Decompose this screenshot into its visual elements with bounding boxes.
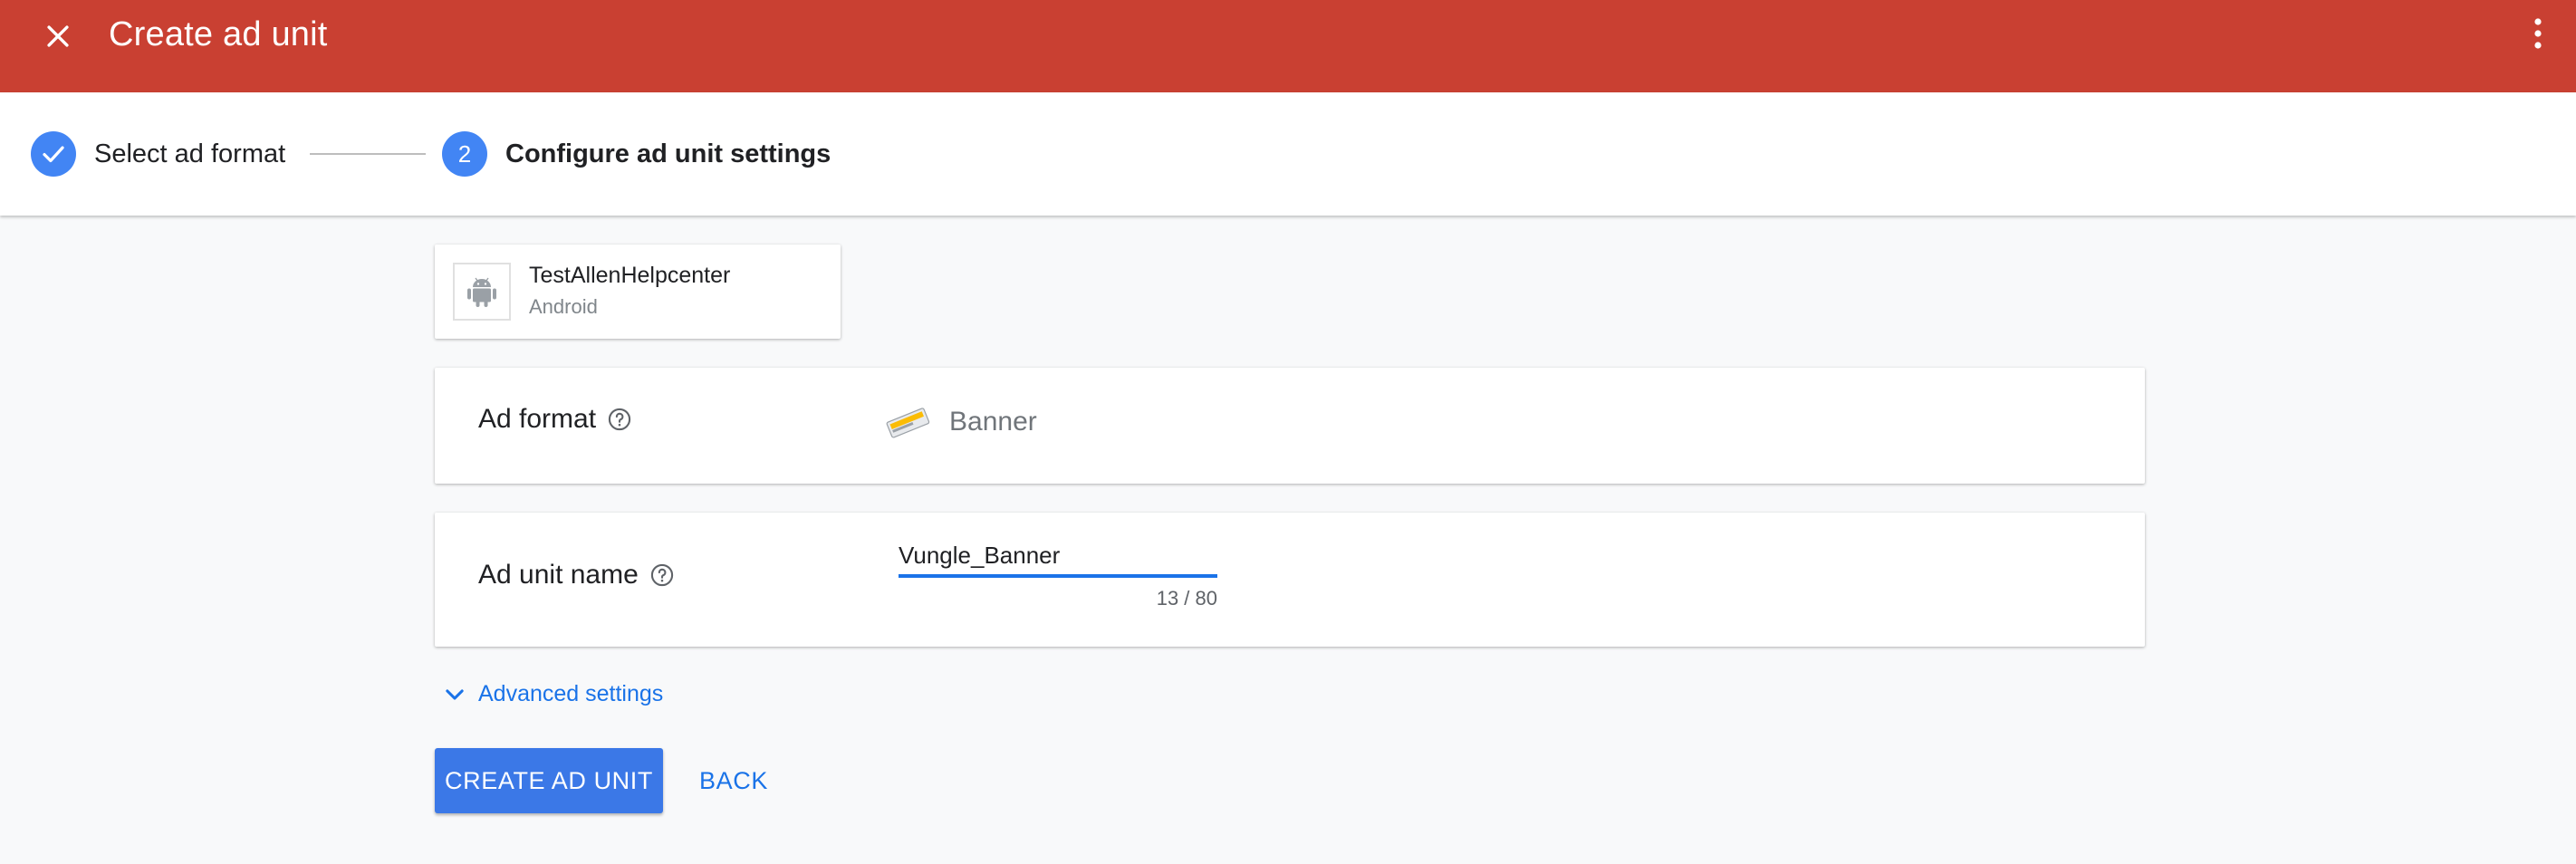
step-connector <box>310 153 426 155</box>
ad-format-value: Banner <box>882 402 1037 442</box>
advanced-settings-label: Advanced settings <box>478 681 664 706</box>
step-label: Configure ad unit settings <box>505 139 831 168</box>
top-app-bar: Create ad unit <box>0 0 2576 92</box>
banner-format-icon <box>886 408 930 438</box>
ad-format-text: Banner <box>949 407 1037 437</box>
step-complete-badge <box>31 131 76 177</box>
advanced-settings-toggle[interactable]: Advanced settings <box>442 681 663 707</box>
help-icon[interactable] <box>607 407 632 432</box>
ad-unit-name-input[interactable] <box>899 536 1217 578</box>
app-icon-frame <box>453 263 511 321</box>
more-options-button[interactable] <box>2520 11 2556 56</box>
check-icon <box>43 146 64 163</box>
ad-unit-name-label: Ad unit name <box>478 560 639 590</box>
more-vert-icon <box>2534 18 2542 49</box>
step-configure-settings: 2 Configure ad unit settings <box>442 130 831 178</box>
page-title: Create ad unit <box>109 15 328 53</box>
close-button[interactable] <box>34 13 82 60</box>
ad-format-label-row: Ad format <box>478 404 632 435</box>
step-number-badge: 2 <box>442 131 487 177</box>
character-counter: 13 / 80 <box>1156 587 1217 610</box>
ad-unit-name-label-row: Ad unit name <box>478 560 675 590</box>
app-card: TestAllenHelpcenter Android <box>435 245 841 339</box>
step-select-ad-format[interactable]: Select ad format <box>31 130 285 178</box>
ad-unit-name-card: Ad unit name 13 / 80 <box>435 513 2145 647</box>
app-platform: Android <box>529 295 598 318</box>
ad-unit-name-field: 13 / 80 <box>899 536 1217 610</box>
help-icon[interactable] <box>649 562 675 588</box>
close-icon <box>47 25 69 47</box>
android-icon <box>467 277 496 307</box>
app-name: TestAllenHelpcenter <box>529 263 731 288</box>
ad-format-card: Ad format Banner <box>435 368 2145 484</box>
back-button[interactable]: BACK <box>687 748 781 813</box>
create-ad-unit-button[interactable]: CREATE AD UNIT <box>435 748 663 813</box>
step-label: Select ad format <box>94 139 286 168</box>
chevron-down-icon <box>446 688 464 700</box>
ad-format-label: Ad format <box>478 404 597 434</box>
